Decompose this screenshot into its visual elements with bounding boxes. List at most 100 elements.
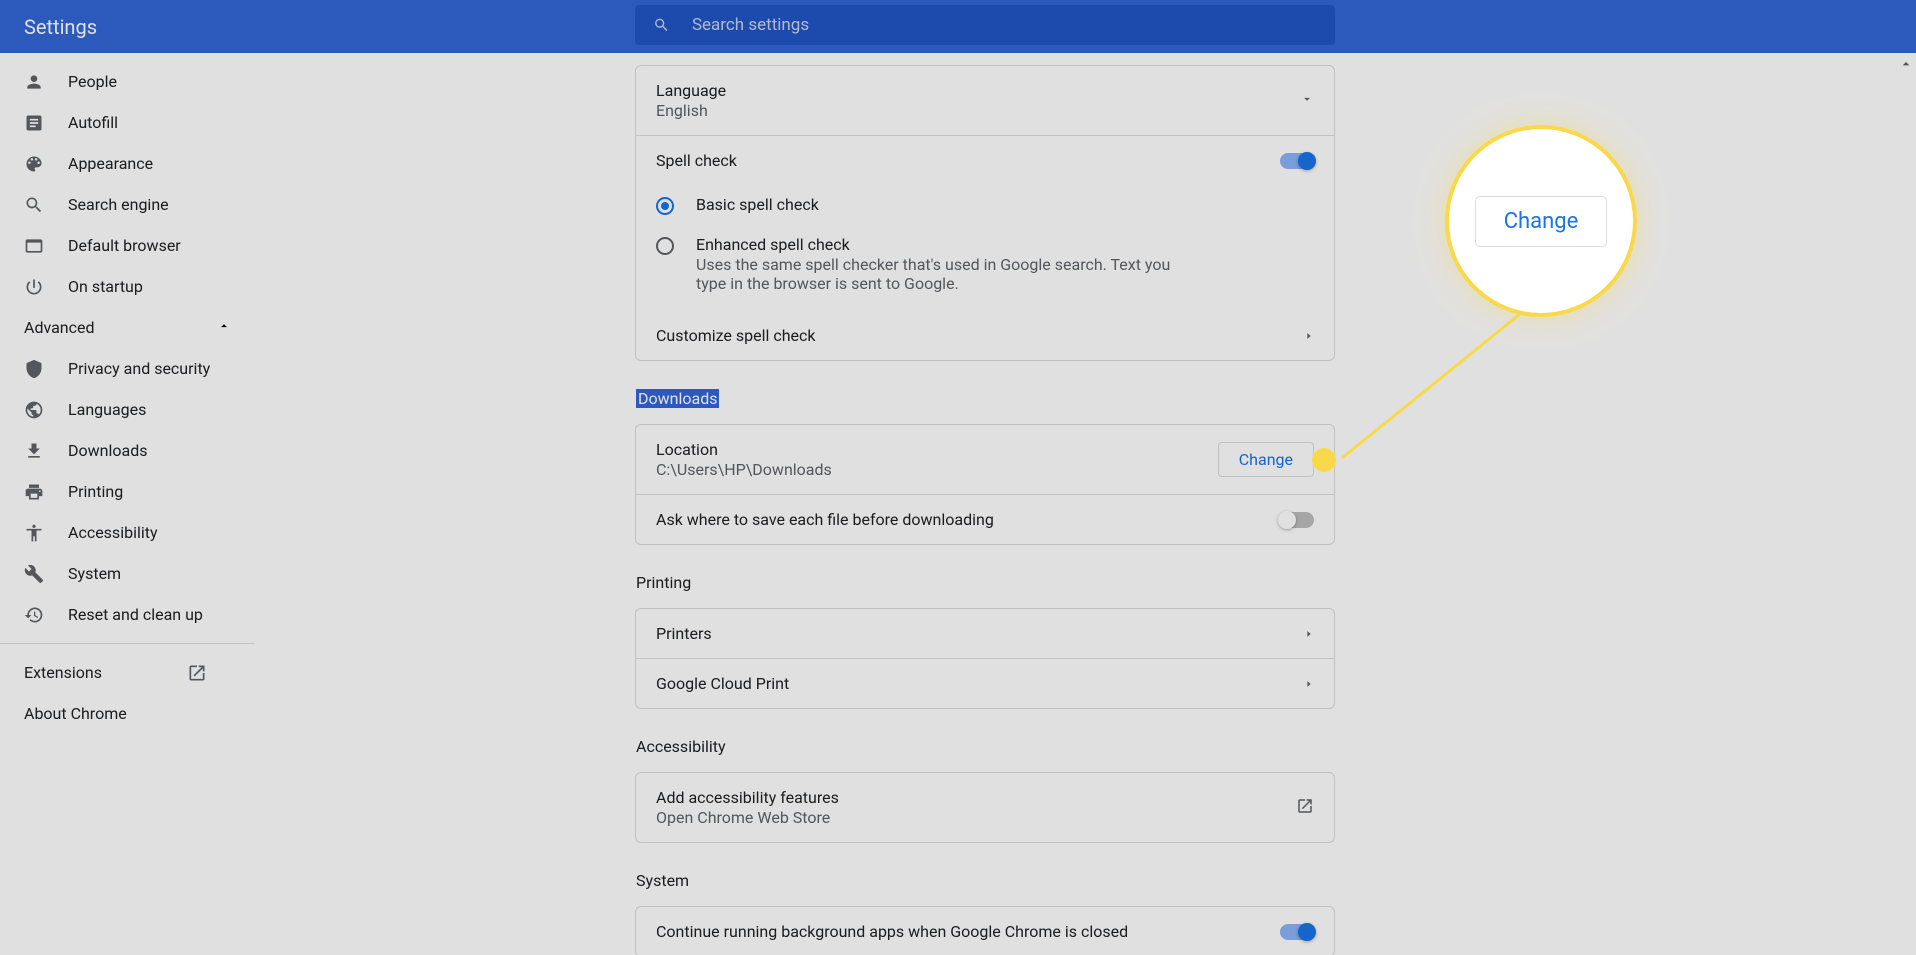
- sidebar-item-accessibility[interactable]: Accessibility: [0, 512, 255, 553]
- arrow-right-icon: [1304, 674, 1314, 693]
- sidebar-item-label: Search engine: [68, 195, 169, 214]
- ask-where-label: Ask where to save each file before downl…: [656, 510, 994, 529]
- sidebar-item-extensions[interactable]: Extensions: [0, 652, 255, 693]
- printers-row[interactable]: Printers: [636, 609, 1334, 658]
- palette-icon: [24, 154, 44, 174]
- location-row: Location C:\Users\HP\Downloads Change: [636, 425, 1334, 494]
- continue-running-toggle[interactable]: [1280, 924, 1314, 940]
- sidebar-item-on-startup[interactable]: On startup: [0, 266, 255, 307]
- sidebar-item-system[interactable]: System: [0, 553, 255, 594]
- ask-where-toggle[interactable]: [1280, 512, 1314, 528]
- location-value: C:\Users\HP\Downloads: [656, 460, 832, 479]
- scroll-up-arrow-icon[interactable]: [1898, 54, 1914, 74]
- radio-icon[interactable]: [656, 237, 674, 255]
- sidebar-item-default-browser[interactable]: Default browser: [0, 225, 255, 266]
- chevron-down-icon: [1300, 91, 1314, 110]
- browser-icon: [24, 236, 44, 256]
- customize-spell-row[interactable]: Customize spell check: [636, 311, 1334, 360]
- language-row[interactable]: Language English: [636, 66, 1334, 135]
- callout-highlight-dot: [1312, 448, 1336, 472]
- search-icon: [24, 195, 44, 215]
- sidebar-item-label: Privacy and security: [68, 359, 210, 378]
- autofill-icon: [24, 113, 44, 133]
- continue-running-label: Continue running background apps when Go…: [656, 922, 1128, 941]
- downloads-section-title: Downloads: [636, 389, 719, 408]
- globe-icon: [24, 400, 44, 420]
- spell-check-row: Spell check: [636, 135, 1334, 185]
- printing-card: Printers Google Cloud Print: [635, 608, 1335, 709]
- open-external-icon: [1296, 797, 1314, 819]
- advanced-label: Advanced: [24, 318, 95, 337]
- enhanced-spell-label: Enhanced spell check: [696, 235, 1176, 254]
- accessibility-section-title: Accessibility: [636, 737, 726, 756]
- arrow-right-icon: [1304, 624, 1314, 643]
- download-icon: [24, 441, 44, 461]
- sidebar-item-about[interactable]: About Chrome: [0, 693, 255, 734]
- languages-card: Language English Spell check Basic spell…: [635, 65, 1335, 361]
- radio-selected-icon[interactable]: [656, 197, 674, 215]
- content-area: Language English Spell check Basic spell…: [255, 53, 1916, 955]
- chevron-up-icon: [217, 318, 231, 337]
- wrench-icon: [24, 564, 44, 584]
- sidebar-item-label: Appearance: [68, 154, 153, 173]
- accessibility-card: Add accessibility features Open Chrome W…: [635, 772, 1335, 843]
- sidebar-item-privacy[interactable]: Privacy and security: [0, 348, 255, 389]
- sidebar-item-label: Languages: [68, 400, 146, 419]
- sidebar-item-appearance[interactable]: Appearance: [0, 143, 255, 184]
- add-accessibility-label: Add accessibility features: [656, 788, 839, 807]
- page-title: Settings: [24, 15, 97, 39]
- power-icon: [24, 277, 44, 297]
- basic-spell-label: Basic spell check: [696, 195, 819, 214]
- language-label: Language: [656, 81, 726, 100]
- downloads-card: Location C:\Users\HP\Downloads Change As…: [635, 424, 1335, 545]
- spell-check-toggle[interactable]: [1280, 153, 1314, 169]
- add-accessibility-row[interactable]: Add accessibility features Open Chrome W…: [636, 773, 1334, 842]
- sidebar-item-label: Reset and clean up: [68, 605, 203, 624]
- basic-spell-radio-row[interactable]: Basic spell check: [636, 185, 1334, 225]
- printers-label: Printers: [656, 624, 712, 643]
- sidebar-item-label: On startup: [68, 277, 143, 296]
- location-label: Location: [656, 440, 832, 459]
- cloud-print-label: Google Cloud Print: [656, 674, 789, 693]
- sidebar-item-languages[interactable]: Languages: [0, 389, 255, 430]
- sidebar-item-search-engine[interactable]: Search engine: [0, 184, 255, 225]
- spell-check-label: Spell check: [656, 151, 737, 170]
- language-value: English: [656, 101, 726, 120]
- sidebar-item-label: Extensions: [24, 663, 102, 682]
- sidebar-item-label: Downloads: [68, 441, 147, 460]
- callout-magnifier: Change: [1445, 125, 1637, 317]
- sidebar-item-label: About Chrome: [24, 704, 127, 723]
- search-icon: [653, 16, 670, 34]
- print-icon: [24, 482, 44, 502]
- enhanced-spell-desc: Uses the same spell checker that's used …: [696, 255, 1176, 293]
- sidebar-item-label: Default browser: [68, 236, 181, 255]
- enhanced-spell-radio-row[interactable]: Enhanced spell check Uses the same spell…: [636, 225, 1334, 311]
- customize-spell-label: Customize spell check: [656, 326, 816, 345]
- printing-section-title: Printing: [636, 573, 691, 592]
- add-accessibility-sublabel: Open Chrome Web Store: [656, 808, 839, 827]
- system-card: Continue running background apps when Go…: [635, 906, 1335, 955]
- change-button[interactable]: Change: [1218, 442, 1314, 477]
- sidebar-item-reset[interactable]: Reset and clean up: [0, 594, 255, 635]
- open-external-icon: [187, 663, 207, 683]
- sidebar-item-label: People: [68, 72, 117, 91]
- search-input[interactable]: [692, 15, 1317, 35]
- ask-where-row: Ask where to save each file before downl…: [636, 494, 1334, 544]
- restore-icon: [24, 605, 44, 625]
- sidebar-item-printing[interactable]: Printing: [0, 471, 255, 512]
- sidebar-item-label: Autofill: [68, 113, 118, 132]
- search-container[interactable]: [635, 5, 1335, 45]
- cloud-print-row[interactable]: Google Cloud Print: [636, 658, 1334, 708]
- continue-running-row: Continue running background apps when Go…: [636, 907, 1334, 955]
- sidebar-advanced-toggle[interactable]: Advanced: [0, 307, 255, 348]
- arrow-right-icon: [1304, 326, 1314, 345]
- header-bar: Settings: [0, 0, 1916, 53]
- person-icon: [24, 72, 44, 92]
- sidebar-item-people[interactable]: People: [0, 61, 255, 102]
- sidebar-item-autofill[interactable]: Autofill: [0, 102, 255, 143]
- sidebar-item-label: Printing: [68, 482, 123, 501]
- sidebar: People Autofill Appearance Search engine…: [0, 53, 255, 955]
- sidebar-item-downloads[interactable]: Downloads: [0, 430, 255, 471]
- sidebar-item-label: Accessibility: [68, 523, 158, 542]
- callout-circle: Change: [1445, 125, 1637, 317]
